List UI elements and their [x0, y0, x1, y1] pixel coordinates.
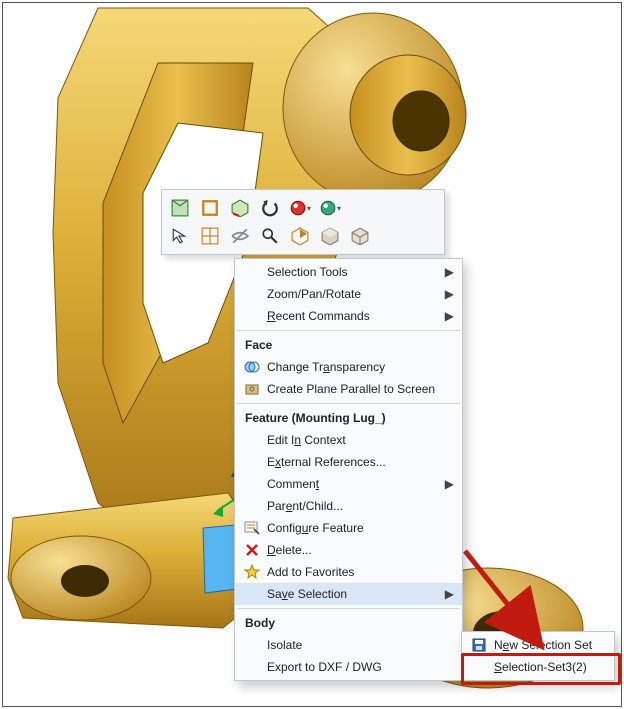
label-save-selection: Save Selection [267, 587, 444, 601]
label-external-references: External References... [267, 455, 454, 469]
menu-delete[interactable]: Delete... [235, 539, 462, 561]
menu-edit-in-context[interactable]: Edit In Context [235, 429, 462, 451]
menu-comment[interactable]: Comment ▶ [235, 473, 462, 495]
label-add-favorites: Add to Favorites [267, 565, 454, 579]
favorites-icon [241, 563, 263, 581]
tool-face-select[interactable] [166, 194, 194, 222]
label-zoom-pan-rotate: Zoom/Pan/Rotate [267, 287, 444, 301]
plane-icon [241, 380, 263, 398]
label-edit-in-context: Edit In Context [267, 433, 454, 447]
chevron-right-icon: ▶ [444, 309, 454, 323]
tool-zoom-selection[interactable] [256, 222, 284, 250]
submenu-new-selection-set[interactable]: New Selection Set [462, 634, 614, 656]
save-icon [468, 636, 490, 654]
viewport: ▾ ▾ Selection Tools ▶ Zoom/Pan/Rotate ▶ … [2, 2, 622, 707]
label-isolate: Isolate [267, 638, 454, 652]
section-face: Face [235, 334, 462, 356]
menu-export-dxf[interactable]: Export to DXF / DWG [235, 656, 462, 678]
tool-hide-icon[interactable] [226, 222, 254, 250]
submenu-save-selection: New Selection Set Selection-Set3(2) [461, 631, 615, 681]
menu-configure-feature[interactable]: Configure Feature [235, 517, 462, 539]
label-create-plane: Create Plane Parallel to Screen [267, 382, 454, 396]
label-delete: Delete... [267, 543, 454, 557]
menu-zoom-pan-rotate[interactable]: Zoom/Pan/Rotate ▶ [235, 283, 462, 305]
tool-appearance[interactable]: ▾ [286, 194, 314, 222]
tool-isolate-cube[interactable] [226, 194, 254, 222]
label-parent-child: Parent/Child... [267, 499, 454, 513]
label-selection-set-3-2: Selection-Set3(2) [494, 660, 606, 674]
tool-cube-shaded[interactable] [316, 222, 344, 250]
label-configure-feature: Configure Feature [267, 521, 454, 535]
label-export-dxf: Export to DXF / DWG [267, 660, 454, 674]
menu-change-transparency[interactable]: Change Transparency [235, 356, 462, 378]
submenu-selection-set-3-2[interactable]: Selection-Set3(2) [462, 656, 614, 678]
tool-cube-wire[interactable] [346, 222, 374, 250]
section-feature: Feature (Mounting Lug_) [235, 407, 462, 429]
label-selection-tools: Selection Tools [267, 265, 444, 279]
menu-isolate[interactable]: Isolate [235, 634, 462, 656]
separator [237, 330, 460, 331]
menu-save-selection[interactable]: Save Selection ▶ [235, 583, 462, 605]
transparency-icon [241, 358, 263, 376]
context-mini-toolbar: ▾ ▾ [161, 189, 445, 255]
menu-create-plane-parallel[interactable]: Create Plane Parallel to Screen [235, 378, 462, 400]
tool-appearance-2[interactable]: ▾ [316, 194, 344, 222]
section-body: Body [235, 612, 462, 634]
menu-recent-commands[interactable]: Recent Commands ▶ [235, 305, 462, 327]
tool-grid[interactable] [196, 222, 224, 250]
separator [237, 608, 460, 609]
tool-select-other[interactable] [166, 222, 194, 250]
menu-external-references[interactable]: External References... [235, 451, 462, 473]
chevron-right-icon: ▶ [444, 265, 454, 279]
chevron-right-icon: ▶ [444, 287, 454, 301]
context-menu: Selection Tools ▶ Zoom/Pan/Rotate ▶ Rece… [234, 258, 463, 681]
menu-selection-tools[interactable]: Selection Tools ▶ [235, 261, 462, 283]
tool-normal-to[interactable] [286, 222, 314, 250]
delete-icon [241, 541, 263, 559]
tool-undo[interactable] [256, 194, 284, 222]
label-new-selection-set: New Selection Set [494, 638, 606, 652]
menu-parent-child[interactable]: Parent/Child... [235, 495, 462, 517]
label-comment: Comment [267, 477, 444, 491]
menu-add-to-favorites[interactable]: Add to Favorites [235, 561, 462, 583]
configure-icon [241, 519, 263, 537]
label-recent-commands: Recent Commands [267, 309, 444, 323]
tool-edge-select[interactable] [196, 194, 224, 222]
chevron-right-icon: ▶ [444, 587, 454, 601]
separator [237, 403, 460, 404]
chevron-right-icon: ▶ [444, 477, 454, 491]
label-change-transparency: Change Transparency [267, 360, 454, 374]
